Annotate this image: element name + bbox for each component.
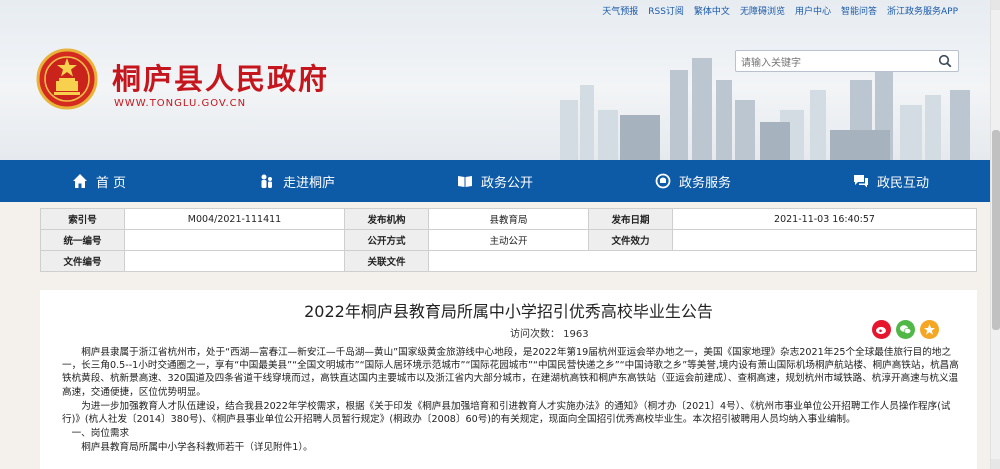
main-nav: 首 页 走进桐庐 政务公开 政务服务 政民互动 <box>0 160 990 202</box>
page-scrollbar[interactable] <box>990 0 1000 469</box>
top-link-accessibility[interactable]: 无障碍浏览 <box>740 4 785 17</box>
national-emblem-icon <box>36 48 98 110</box>
meta-publisher-value: 县教育局 <box>428 208 589 230</box>
visit-count: 访问次数： 1963 <box>510 329 589 340</box>
top-links-bar: 天气预报 RSS订阅 繁体中文 无障碍浏览 用户中心 智能问答 浙江政务服务AP… <box>602 4 958 17</box>
site-url: WWW.TONGLU.GOV.CN <box>114 98 247 109</box>
meta-related-label: 关联文件 <box>344 250 429 272</box>
nav-open-government[interactable]: 政务公开 <box>396 160 594 202</box>
nav-services-label: 政务服务 <box>678 175 731 191</box>
nav-about[interactable]: 走进桐庐 <box>198 160 396 202</box>
article-paragraph: 为进一步加强教育人才队伍建设，结合我县2022年学校需求，根据《关于印发《桐庐县… <box>62 400 951 426</box>
top-link-app[interactable]: 浙江政务服务APP <box>887 4 958 17</box>
article-paragraph: 桐庐县隶属于浙江省杭州市，处于“西湖—富春江—新安江—千岛湖—黄山”国家级黄金旅… <box>62 347 959 398</box>
site-title: 桐庐县人民政府 <box>112 62 330 96</box>
nav-interaction[interactable]: 政民互动 <box>792 160 990 202</box>
site-header: 桐庐县人民政府 WWW.TONGLU.GOV.CN <box>0 0 990 160</box>
meta-validity-value <box>672 229 977 251</box>
nav-home-label: 首 页 <box>95 175 127 191</box>
meta-index-label: 索引号 <box>40 208 125 230</box>
weibo-share-icon[interactable] <box>872 320 891 339</box>
top-link-qa[interactable]: 智能问答 <box>841 4 877 17</box>
nav-home[interactable]: 首 页 <box>0 160 198 202</box>
search-input[interactable] <box>736 53 926 74</box>
top-link-traditional[interactable]: 繁体中文 <box>694 4 730 17</box>
meta-publisher-label: 发布机构 <box>344 208 429 230</box>
meta-docno-value <box>124 250 345 272</box>
article-body: 桐庐县隶属于浙江省杭州市，处于“西湖—富春江—新安江—千岛湖—黄山”国家级黄金旅… <box>62 346 964 456</box>
service-icon <box>655 173 671 189</box>
scroll-thumb[interactable] <box>992 130 1000 330</box>
article-panel: 2022年桐庐县教育局所属中小学招引优秀高校毕业生公告 访问次数： 1963 桐… <box>40 290 977 469</box>
people-icon <box>261 174 272 188</box>
top-link-user-center[interactable]: 用户中心 <box>795 4 831 17</box>
article-paragraph: 桐庐县教育局所属中小学各科教师若干（详见附件1）。 <box>81 442 313 454</box>
home-icon <box>72 174 87 188</box>
nav-open-government-label: 政务公开 <box>480 175 533 191</box>
meta-row: 索引号 M004/2021-111411 发布机构 县教育局 发布日期 2021… <box>40 208 977 230</box>
nav-interaction-label: 政民互动 <box>876 175 929 191</box>
nav-about-label: 走进桐庐 <box>282 175 335 191</box>
meta-index-value: M004/2021-111411 <box>124 208 345 230</box>
meta-date-value: 2021-11-03 16:40:57 <box>672 208 977 230</box>
nav-services[interactable]: 政务服务 <box>594 160 792 202</box>
book-icon <box>457 176 472 187</box>
meta-code-label: 统一编号 <box>40 229 125 251</box>
meta-related-value <box>428 250 977 272</box>
meta-method-label: 公开方式 <box>344 229 429 251</box>
top-link-weather[interactable]: 天气预报 <box>602 4 638 17</box>
meta-method-value: 主动公开 <box>428 229 589 251</box>
share-buttons <box>872 320 939 339</box>
meta-validity-label: 文件效力 <box>588 229 673 251</box>
search-icon[interactable] <box>938 54 952 68</box>
favorite-star-icon[interactable] <box>920 320 939 339</box>
top-link-rss[interactable]: RSS订阅 <box>648 4 684 17</box>
scroll-down-arrow[interactable] <box>991 459 1000 469</box>
meta-row: 文件编号 关联文件 <box>40 250 977 272</box>
wechat-share-icon[interactable] <box>896 320 915 339</box>
search-box <box>735 50 959 74</box>
meta-docno-label: 文件编号 <box>40 250 125 272</box>
meta-code-value <box>124 229 345 251</box>
meta-date-label: 发布日期 <box>588 208 673 230</box>
meta-row: 统一编号 公开方式 主动公开 文件效力 <box>40 229 977 251</box>
article-section-heading: 一、岗位需求 <box>71 428 130 440</box>
interaction-icon <box>853 175 868 188</box>
article-title: 2022年桐庐县教育局所属中小学招引优秀高校毕业生公告 <box>304 302 713 321</box>
scroll-up-arrow[interactable] <box>991 0 1000 10</box>
document-meta-table: 索引号 M004/2021-111411 发布机构 县教育局 发布日期 2021… <box>40 208 977 272</box>
